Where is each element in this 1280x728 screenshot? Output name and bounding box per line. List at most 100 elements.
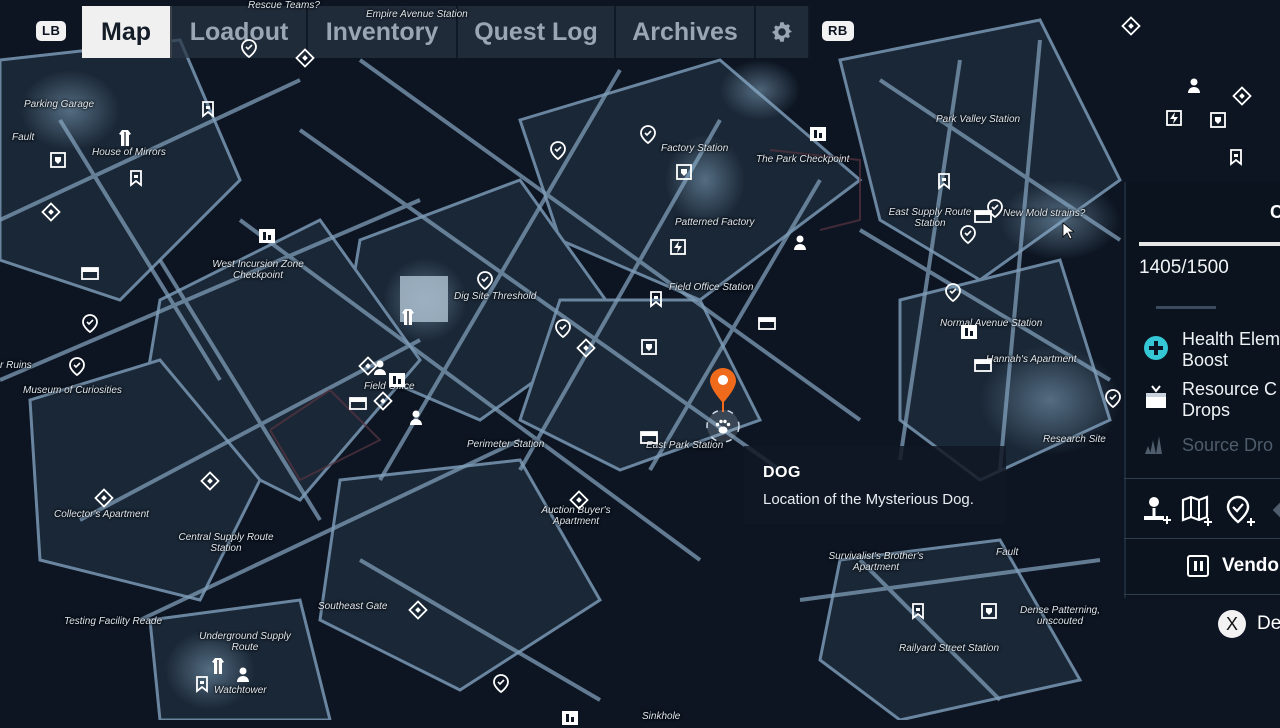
waypoint-pin-icon[interactable] [1103, 388, 1123, 408]
shield-box-icon[interactable] [674, 162, 694, 182]
bookmark-icon[interactable] [646, 289, 666, 309]
diamond-filter-icon[interactable] [1268, 494, 1280, 526]
map-label: Central Supply Route Station [178, 532, 274, 554]
station-icon[interactable] [959, 322, 979, 342]
diamond-marker-icon[interactable] [1121, 16, 1141, 36]
waypoint-pin-icon[interactable] [491, 673, 511, 693]
waypoint-pin-icon[interactable] [239, 38, 259, 58]
hazmat-suit-icon[interactable] [398, 307, 418, 327]
location-tooltip: DOG Location of the Mysterious Dog. [744, 446, 1006, 524]
filter-label: Source Dro [1182, 435, 1274, 455]
waypoint-pin-icon[interactable] [958, 224, 978, 244]
hazmat-suit-icon[interactable] [208, 656, 228, 676]
shield-box-icon[interactable] [1208, 110, 1228, 130]
station-icon[interactable] [808, 124, 828, 144]
diamond-marker-icon[interactable] [569, 490, 589, 510]
filter-label: Drops [1182, 400, 1231, 420]
divider [1156, 306, 1216, 309]
map-label: Parking Garage [24, 99, 95, 110]
supply-crate-icon[interactable] [757, 313, 777, 333]
diamond-marker-icon[interactable] [200, 471, 220, 491]
map-label: Collector's Apartment [54, 509, 149, 520]
map-label: Railyard Street Station [899, 643, 1000, 654]
map-label: Park Valley Station [936, 114, 1021, 125]
map-label: Watchtower [214, 685, 267, 696]
bookmark-icon[interactable] [198, 99, 218, 119]
bookmark-icon[interactable] [1226, 147, 1246, 167]
map-label: Fault [996, 547, 1019, 558]
person-marker-icon[interactable] [790, 233, 810, 253]
station-icon[interactable] [387, 370, 407, 390]
filter-entry-source[interactable]: Source Dro [1182, 435, 1273, 456]
x-button-icon[interactable]: X [1218, 610, 1246, 638]
waypoint-pin-icon[interactable] [475, 270, 495, 290]
supply-crate-icon[interactable] [80, 263, 100, 283]
tab-settings[interactable] [756, 6, 810, 58]
filter-label: Boost [1182, 350, 1229, 370]
add-location-marker-icon[interactable] [1224, 494, 1256, 526]
map-label: Underground Supply Route [199, 631, 291, 653]
panel-header: C [1270, 202, 1280, 222]
tab-archives[interactable]: Archives [616, 6, 756, 58]
supply-crate-icon[interactable] [973, 206, 993, 226]
resource-crate-icon [1142, 383, 1170, 411]
map-label: Empire Avenue Station [366, 9, 468, 20]
bookmark-icon[interactable] [908, 601, 928, 621]
station-icon[interactable] [560, 708, 580, 728]
supply-crate-icon[interactable] [639, 427, 659, 447]
bookmark-icon[interactable] [126, 168, 146, 188]
diamond-marker-icon[interactable] [373, 391, 393, 411]
map-label: New Mold strains? [1003, 208, 1086, 219]
diamond-marker-icon[interactable] [1232, 86, 1252, 106]
filter-entry-health[interactable]: Health Elem Boost [1182, 329, 1280, 371]
waypoint-pin-icon[interactable] [553, 318, 573, 338]
add-map-marker-icon[interactable] [1180, 494, 1212, 526]
vendor-label[interactable]: Vendo [1222, 555, 1279, 577]
x-action-label: De [1257, 613, 1280, 634]
tooltip-description: Location of the Mysterious Dog. [763, 491, 974, 508]
map-label: r Ruins [0, 360, 32, 371]
person-marker-icon[interactable] [233, 665, 253, 685]
diamond-marker-icon[interactable] [576, 338, 596, 358]
supply-crate-icon[interactable] [348, 393, 368, 413]
person-marker-icon[interactable] [1184, 76, 1204, 96]
waypoint-pin-icon[interactable] [638, 124, 658, 144]
add-person-marker-icon[interactable] [1140, 494, 1172, 526]
station-icon[interactable] [257, 226, 277, 246]
pause-button-icon[interactable] [1187, 555, 1209, 577]
diamond-marker-icon[interactable] [94, 488, 114, 508]
person-marker-icon[interactable] [406, 408, 426, 428]
map-label: Southeast Gate [318, 601, 388, 612]
waypoint-pin-icon[interactable] [943, 282, 963, 302]
progress-bar [1139, 242, 1280, 246]
bookmark-icon[interactable] [934, 171, 954, 191]
supply-crate-icon[interactable] [973, 355, 993, 375]
power-icon[interactable] [1164, 108, 1184, 128]
map-label: The Park Checkpoint [756, 154, 850, 165]
diamond-marker-icon[interactable] [41, 202, 61, 222]
divider [1124, 594, 1280, 595]
map-label: Perimeter Station [467, 439, 545, 450]
power-icon[interactable] [668, 237, 688, 257]
shield-box-icon[interactable] [48, 150, 68, 170]
hazmat-suit-icon[interactable] [115, 128, 135, 148]
shield-box-icon[interactable] [979, 601, 999, 621]
waypoint-pin-icon[interactable] [80, 313, 100, 333]
filter-label: Resource C [1182, 379, 1278, 399]
map-label: Hannah's Apartment [986, 354, 1077, 365]
waypoint-pin-icon[interactable] [548, 140, 568, 160]
waypoint-pin-icon[interactable] [67, 356, 87, 376]
tab-map[interactable]: Map [82, 6, 172, 58]
divider [1124, 478, 1280, 479]
bookmark-icon[interactable] [192, 674, 212, 694]
filter-entry-resource[interactable]: Resource C Drops [1182, 379, 1277, 421]
map-label: Survivalist's Brother's Apartment [828, 551, 924, 573]
selected-location-marker[interactable] [704, 366, 742, 462]
rb-button-hint[interactable]: RB [822, 21, 854, 41]
map-label: Dig Site Threshold [454, 291, 537, 302]
shield-box-icon[interactable] [639, 337, 659, 357]
diamond-marker-icon[interactable] [408, 600, 428, 620]
diamond-marker-icon[interactable] [295, 48, 315, 68]
lb-button-hint[interactable]: LB [36, 21, 67, 41]
tab-quest-log[interactable]: Quest Log [458, 6, 616, 58]
